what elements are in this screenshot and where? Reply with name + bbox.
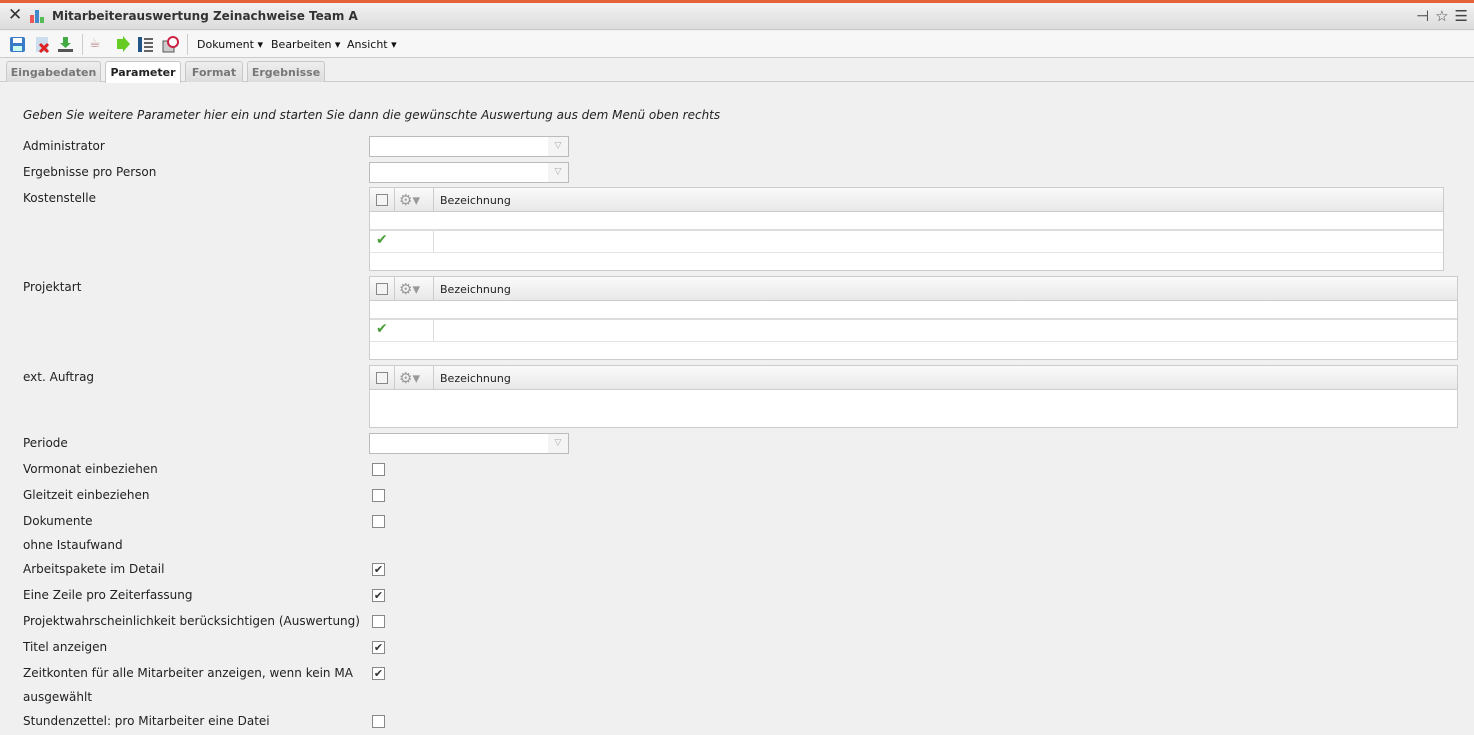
option-checkbox[interactable]: ✔ <box>372 563 385 576</box>
option-checkbox[interactable] <box>372 463 385 476</box>
delete-document-icon[interactable] <box>34 36 51 53</box>
column-header[interactable]: Bezeichnung <box>440 283 511 296</box>
save-icon[interactable] <box>9 36 26 53</box>
filter-row[interactable] <box>370 212 1443 231</box>
option-label: Projektwahrscheinlichkeit berücksichtige… <box>23 614 360 628</box>
option-label-text: Zeitkonten für alle Mitarbeiter anzeigen… <box>23 666 353 680</box>
option-label-text: Stundenzettel: pro Mitarbeiter eine Date… <box>23 714 270 728</box>
projektart-grid: ⚙▾ Bezeichnung ✔ <box>369 276 1458 360</box>
select-all-checkbox[interactable] <box>376 372 388 384</box>
kostenstelle-grid: ⚙▾ Bezeichnung ✔ <box>369 187 1444 271</box>
column-header[interactable]: Bezeichnung <box>440 194 511 207</box>
tab-parameter[interactable]: Parameter <box>105 61 181 83</box>
option-label: Titel anzeigen <box>23 640 107 654</box>
option-label: Stundenzettel: pro Mitarbeiter eine Date… <box>23 714 270 728</box>
option-label-text: ohne Istaufwand <box>23 538 123 552</box>
run-icon[interactable] <box>114 36 131 53</box>
ergebnisse-combo[interactable]: ▽ <box>369 162 569 183</box>
option-label: Arbeitspakete im Detail <box>23 562 164 576</box>
chevron-down-icon[interactable]: ▽ <box>548 137 568 156</box>
schedule-icon[interactable] <box>162 36 179 53</box>
tab-eingabedaten[interactable]: Eingabedaten <box>6 61 101 82</box>
projektart-label: Projektart <box>23 280 82 294</box>
administrator-label: Administrator <box>23 139 105 153</box>
tab-ergebnisse[interactable]: Ergebnisse <box>247 61 325 82</box>
option-checkbox[interactable] <box>372 715 385 728</box>
checkmark-icon: ✔ <box>376 321 388 337</box>
table-row[interactable]: ✔ <box>370 231 1443 253</box>
option-label-text: ausgewählt <box>23 690 93 704</box>
ergebnisse-label: Ergebnisse pro Person <box>23 165 157 179</box>
periode-label: Periode <box>23 436 68 450</box>
filter-row[interactable] <box>370 301 1457 320</box>
option-label: Vormonat einbeziehen <box>23 462 158 476</box>
chevron-down-icon[interactable]: ▽ <box>548 434 568 453</box>
instruction-text: Geben Sie weitere Parameter hier ein und… <box>23 108 721 122</box>
ext-auftrag-grid: ⚙▾ Bezeichnung <box>369 365 1458 428</box>
download-icon[interactable] <box>57 36 74 53</box>
table-row[interactable]: ✔ <box>370 320 1457 342</box>
select-all-checkbox[interactable] <box>376 283 388 295</box>
column-header[interactable]: Bezeichnung <box>440 372 511 385</box>
gear-icon[interactable]: ⚙▾ <box>399 369 420 387</box>
option-label-text: Titel anzeigen <box>23 640 108 654</box>
option-label-text: Gleitzeit einbeziehen <box>23 488 150 502</box>
pin-icon[interactable]: ⊣ <box>1416 7 1429 25</box>
option-label: Eine Zeile pro Zeiterfassung <box>23 588 193 602</box>
option-label-text: Eine Zeile pro Zeiterfassung <box>23 588 193 602</box>
tab-bar: Eingabedaten Parameter Format Ergebnisse <box>0 58 1474 83</box>
ext-auftrag-label: ext. Auftrag <box>23 370 95 384</box>
menu-bearbeiten[interactable]: Bearbeiten ▾ <box>271 38 340 51</box>
list-icon[interactable] <box>137 36 154 53</box>
option-checkbox[interactable] <box>372 615 385 628</box>
option-checkbox[interactable]: ✔ <box>372 589 385 602</box>
close-icon[interactable]: ✕ <box>8 5 22 25</box>
checkmark-icon: ✔ <box>376 232 388 248</box>
window-title: Mitarbeiterauswertung Zeinachweise Team … <box>52 9 358 23</box>
option-checkbox[interactable]: ✔ <box>372 667 385 680</box>
toolbar: ☕ Dokument ▾ Bearbeiten ▾ Ansicht ▾ <box>0 31 1474 58</box>
option-label: Gleitzeit einbeziehen <box>23 488 150 502</box>
star-icon[interactable]: ☆ <box>1435 7 1448 25</box>
option-checkbox[interactable] <box>372 489 385 502</box>
gear-icon[interactable]: ⚙▾ <box>399 191 420 209</box>
administrator-combo[interactable]: ▽ <box>369 136 569 157</box>
chart-icon <box>30 10 44 23</box>
gear-icon[interactable]: ⚙▾ <box>399 280 420 298</box>
menu-icon[interactable]: ☰ <box>1455 7 1468 25</box>
periode-combo[interactable]: ▽ <box>369 433 569 454</box>
option-label: Zeitkonten für alle Mitarbeiter anzeigen… <box>23 666 353 714</box>
kostenstelle-label: Kostenstelle <box>23 191 96 205</box>
title-bar: ✕ Mitarbeiterauswertung Zeinachweise Tea… <box>0 3 1474 30</box>
tab-format[interactable]: Format <box>185 61 243 82</box>
option-checkbox[interactable] <box>372 515 385 528</box>
coffee-icon[interactable]: ☕ <box>89 36 106 53</box>
option-label-text: Arbeitspakete im Detail <box>23 562 165 576</box>
option-label: Dokumente ohne Istaufwand <box>23 514 123 562</box>
option-checkbox[interactable]: ✔ <box>372 641 385 654</box>
menu-dokument[interactable]: Dokument ▾ <box>197 38 263 51</box>
option-label-text: Dokumente <box>23 514 93 528</box>
select-all-checkbox[interactable] <box>376 194 388 206</box>
menu-ansicht[interactable]: Ansicht ▾ <box>347 38 397 51</box>
option-label-text: Vormonat einbeziehen <box>23 462 158 476</box>
option-label-text: Projektwahrscheinlichkeit berücksichtige… <box>23 614 360 628</box>
chevron-down-icon[interactable]: ▽ <box>548 163 568 182</box>
